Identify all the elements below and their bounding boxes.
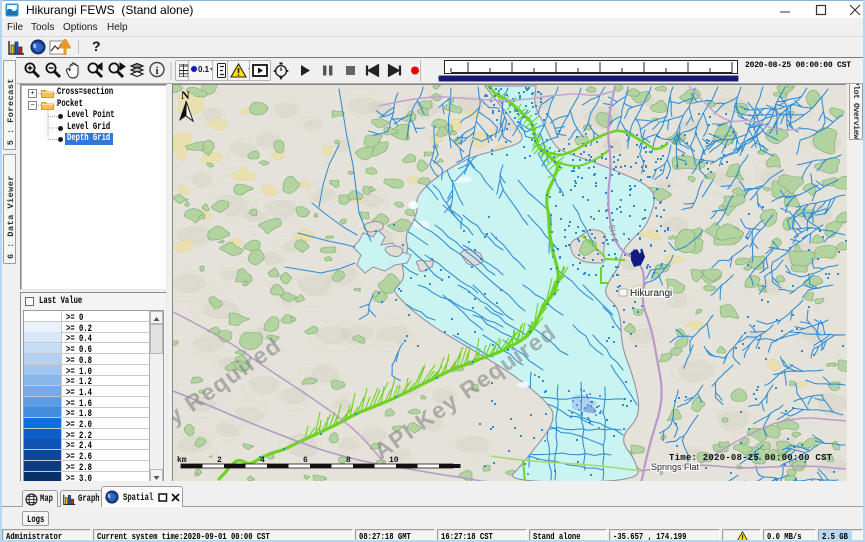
svg-text:Time: 2020-08-25 00:00:00 CST: Time: 2020-08-25 00:00:00 CST [669,453,833,463]
svg-text:Springs Flat: Springs Flat [651,462,700,472]
svg-text:i: i [155,65,158,77]
svg-text:Hikurangi: Hikurangi [630,288,672,299]
svg-text:N: N [181,88,190,102]
